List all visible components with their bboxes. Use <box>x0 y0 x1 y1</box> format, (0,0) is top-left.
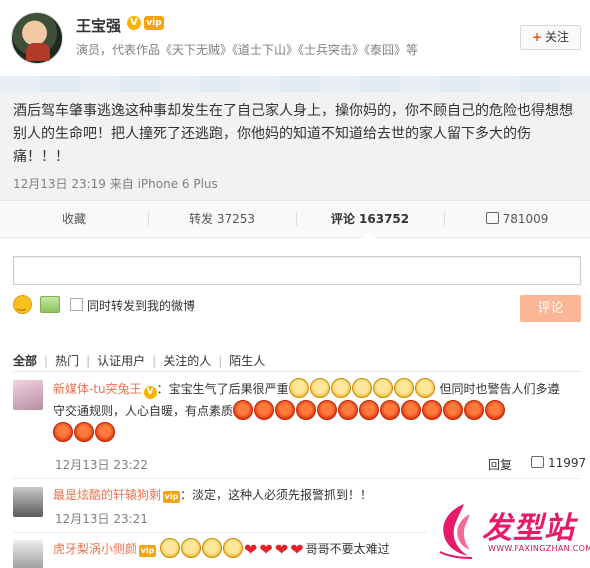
sad-emoji-icon <box>202 538 223 558</box>
heart-icon: ❤ <box>274 540 289 559</box>
filter-hot[interactable]: 热门 <box>55 352 79 369</box>
angry-emoji-icon <box>338 400 359 420</box>
angry-emoji-icon <box>380 400 401 420</box>
comment-text: ：宝宝生气了后果很严重 <box>156 382 289 396</box>
like-count: 781009 <box>502 212 549 226</box>
comment-text: ：淡定，这种人必须先报警抓到！！ <box>180 488 373 502</box>
angry-emoji-icon <box>443 400 464 420</box>
author-avatar[interactable] <box>11 12 63 64</box>
watermark-logo-icon <box>439 504 473 559</box>
repost-checkbox[interactable] <box>70 298 83 311</box>
filter-verified[interactable]: 认证用户 <box>97 352 145 369</box>
filter-all[interactable]: 全部 <box>13 352 37 369</box>
angry-emoji-icon <box>296 400 317 420</box>
active-tab-caret <box>362 231 376 238</box>
divider <box>13 478 581 479</box>
divider: | <box>218 354 223 368</box>
comment-time: 12月13日 23:21 <box>55 512 148 526</box>
reply-button[interactable]: 回复 <box>488 456 512 473</box>
angry-emoji-icon <box>422 400 443 420</box>
verified-icon: V <box>127 16 141 30</box>
divider: | <box>86 354 91 368</box>
sulky-emoji-icon <box>288 378 309 398</box>
submit-comment-button[interactable]: 评论 <box>520 295 581 322</box>
post-text: 酒后驾车肇事逃逸这种事却发生在了自己家人身上，操你妈的，你不顾自己的危险也得想想… <box>13 103 573 165</box>
verified-icon: V <box>143 386 157 399</box>
vip-icon: vip <box>144 16 164 30</box>
comment-author[interactable]: 虎牙梨涡小侧颜 <box>53 542 137 556</box>
plus-icon: + <box>531 30 543 44</box>
author-header: 王宝强 V vip 演员，代表作品《天下无贼》《道士下山》《士兵突击》《泰囧》等… <box>0 0 590 76</box>
angry-emoji-icon <box>95 422 115 442</box>
comment-like-count: 11997 <box>548 456 587 470</box>
watermark-url: WWW.FAXINGZHAN.COM <box>488 544 590 553</box>
angry-emoji-icon <box>359 400 380 420</box>
heart-icon: ❤ <box>259 540 273 559</box>
angry-emoji-icon <box>254 400 275 420</box>
divider <box>13 371 581 372</box>
sad-emoji-icon <box>160 538 181 558</box>
vip-icon: vip <box>163 491 181 503</box>
comment-input[interactable] <box>13 256 581 285</box>
divider: | <box>44 354 49 368</box>
sulky-emoji-icon <box>393 378 414 398</box>
sulky-emoji-icon <box>309 378 330 398</box>
comment-body: 虎牙梨涡小侧颜 vip ❤ ❤ ❤ ❤ 哥哥不要太难过 <box>53 538 433 561</box>
angry-emoji-icon <box>53 422 73 442</box>
filter-following[interactable]: 关注的人 <box>163 352 211 369</box>
follow-label: 关注 <box>545 30 570 44</box>
sad-emoji-icon <box>223 538 244 558</box>
post-card: 酒后驾车肇事逃逸这种事却发生在了自己家人身上，操你妈的，你不顾自己的危险也得想想… <box>0 76 590 200</box>
angry-emoji-icon <box>464 400 485 420</box>
comment-time: 12月13日 23:22 <box>55 458 148 472</box>
comment-avatar[interactable] <box>13 380 43 410</box>
filter-strangers[interactable]: 陌生人 <box>229 352 265 369</box>
repost-checkbox-label: 同时转发到我的微博 <box>87 299 196 313</box>
author-description: 演员，代表作品《天下无贼》《道士下山》《士兵突击》《泰囧》等 <box>76 43 419 57</box>
vip-icon: vip <box>139 545 157 557</box>
sulky-emoji-icon <box>372 378 393 398</box>
comment-avatar[interactable] <box>13 540 43 568</box>
divider: | <box>152 354 157 368</box>
comment-text: 守交通规则，人心自暖，有点素质 <box>53 404 234 418</box>
repost-button[interactable]: 转发 37253 <box>148 201 296 237</box>
thumbs-up-icon <box>531 456 544 468</box>
comment-author[interactable]: 最是炫酷的轩辕狗剩 <box>53 488 161 502</box>
favorite-button[interactable]: 收藏 <box>0 201 148 237</box>
author-name[interactable]: 王宝强 <box>76 15 121 36</box>
angry-emoji-icon <box>401 400 422 420</box>
post-meta: 12月13日 23:19 来自 iPhone 6 Plus <box>13 177 218 191</box>
comment-like-button[interactable]: 11997 <box>531 456 586 470</box>
angry-emoji-icon <box>74 422 94 442</box>
image-icon[interactable] <box>40 296 60 313</box>
sad-emoji-icon <box>181 538 202 558</box>
comment-body: 最是炫酷的轩辕狗剩 vip ：淡定，这种人必须先报警抓到！！ <box>53 484 483 506</box>
comment-filter-tabs: 全部 | 热门 | 认证用户 | 关注的人 | 陌生人 <box>13 352 265 369</box>
emoji-icon[interactable] <box>13 295 32 314</box>
like-button[interactable]: 781009 <box>444 201 590 237</box>
comment-text: 哥哥不要太难过 <box>305 542 390 556</box>
watermark-title: 发型站 <box>482 511 575 546</box>
sulky-emoji-icon <box>351 378 372 398</box>
comment-text: 但同时也警告人们多遵 <box>439 382 560 396</box>
comment-avatar[interactable] <box>13 487 43 517</box>
sulky-emoji-icon <box>414 378 435 398</box>
sulky-emoji-icon <box>330 378 351 398</box>
post-action-bar: 收藏 转发 37253 评论 163752 781009 <box>0 200 590 238</box>
angry-emoji-icon <box>275 400 296 420</box>
angry-emoji-icon <box>233 400 254 420</box>
thumbs-up-icon <box>485 212 499 224</box>
follow-button[interactable]: + 关注 <box>520 25 581 50</box>
heart-icon: ❤ <box>290 540 304 559</box>
angry-emoji-icon <box>317 400 338 420</box>
heart-icon: ❤ <box>244 540 258 559</box>
angry-emoji-icon <box>485 400 506 420</box>
comment-body: 新媒体-tu突兔王 V ：宝宝生气了后果很严重 但同时也警告人们多遵 守交通规则，人… <box>53 378 581 444</box>
comment-author[interactable]: 新媒体-tu突兔王 <box>53 382 142 396</box>
